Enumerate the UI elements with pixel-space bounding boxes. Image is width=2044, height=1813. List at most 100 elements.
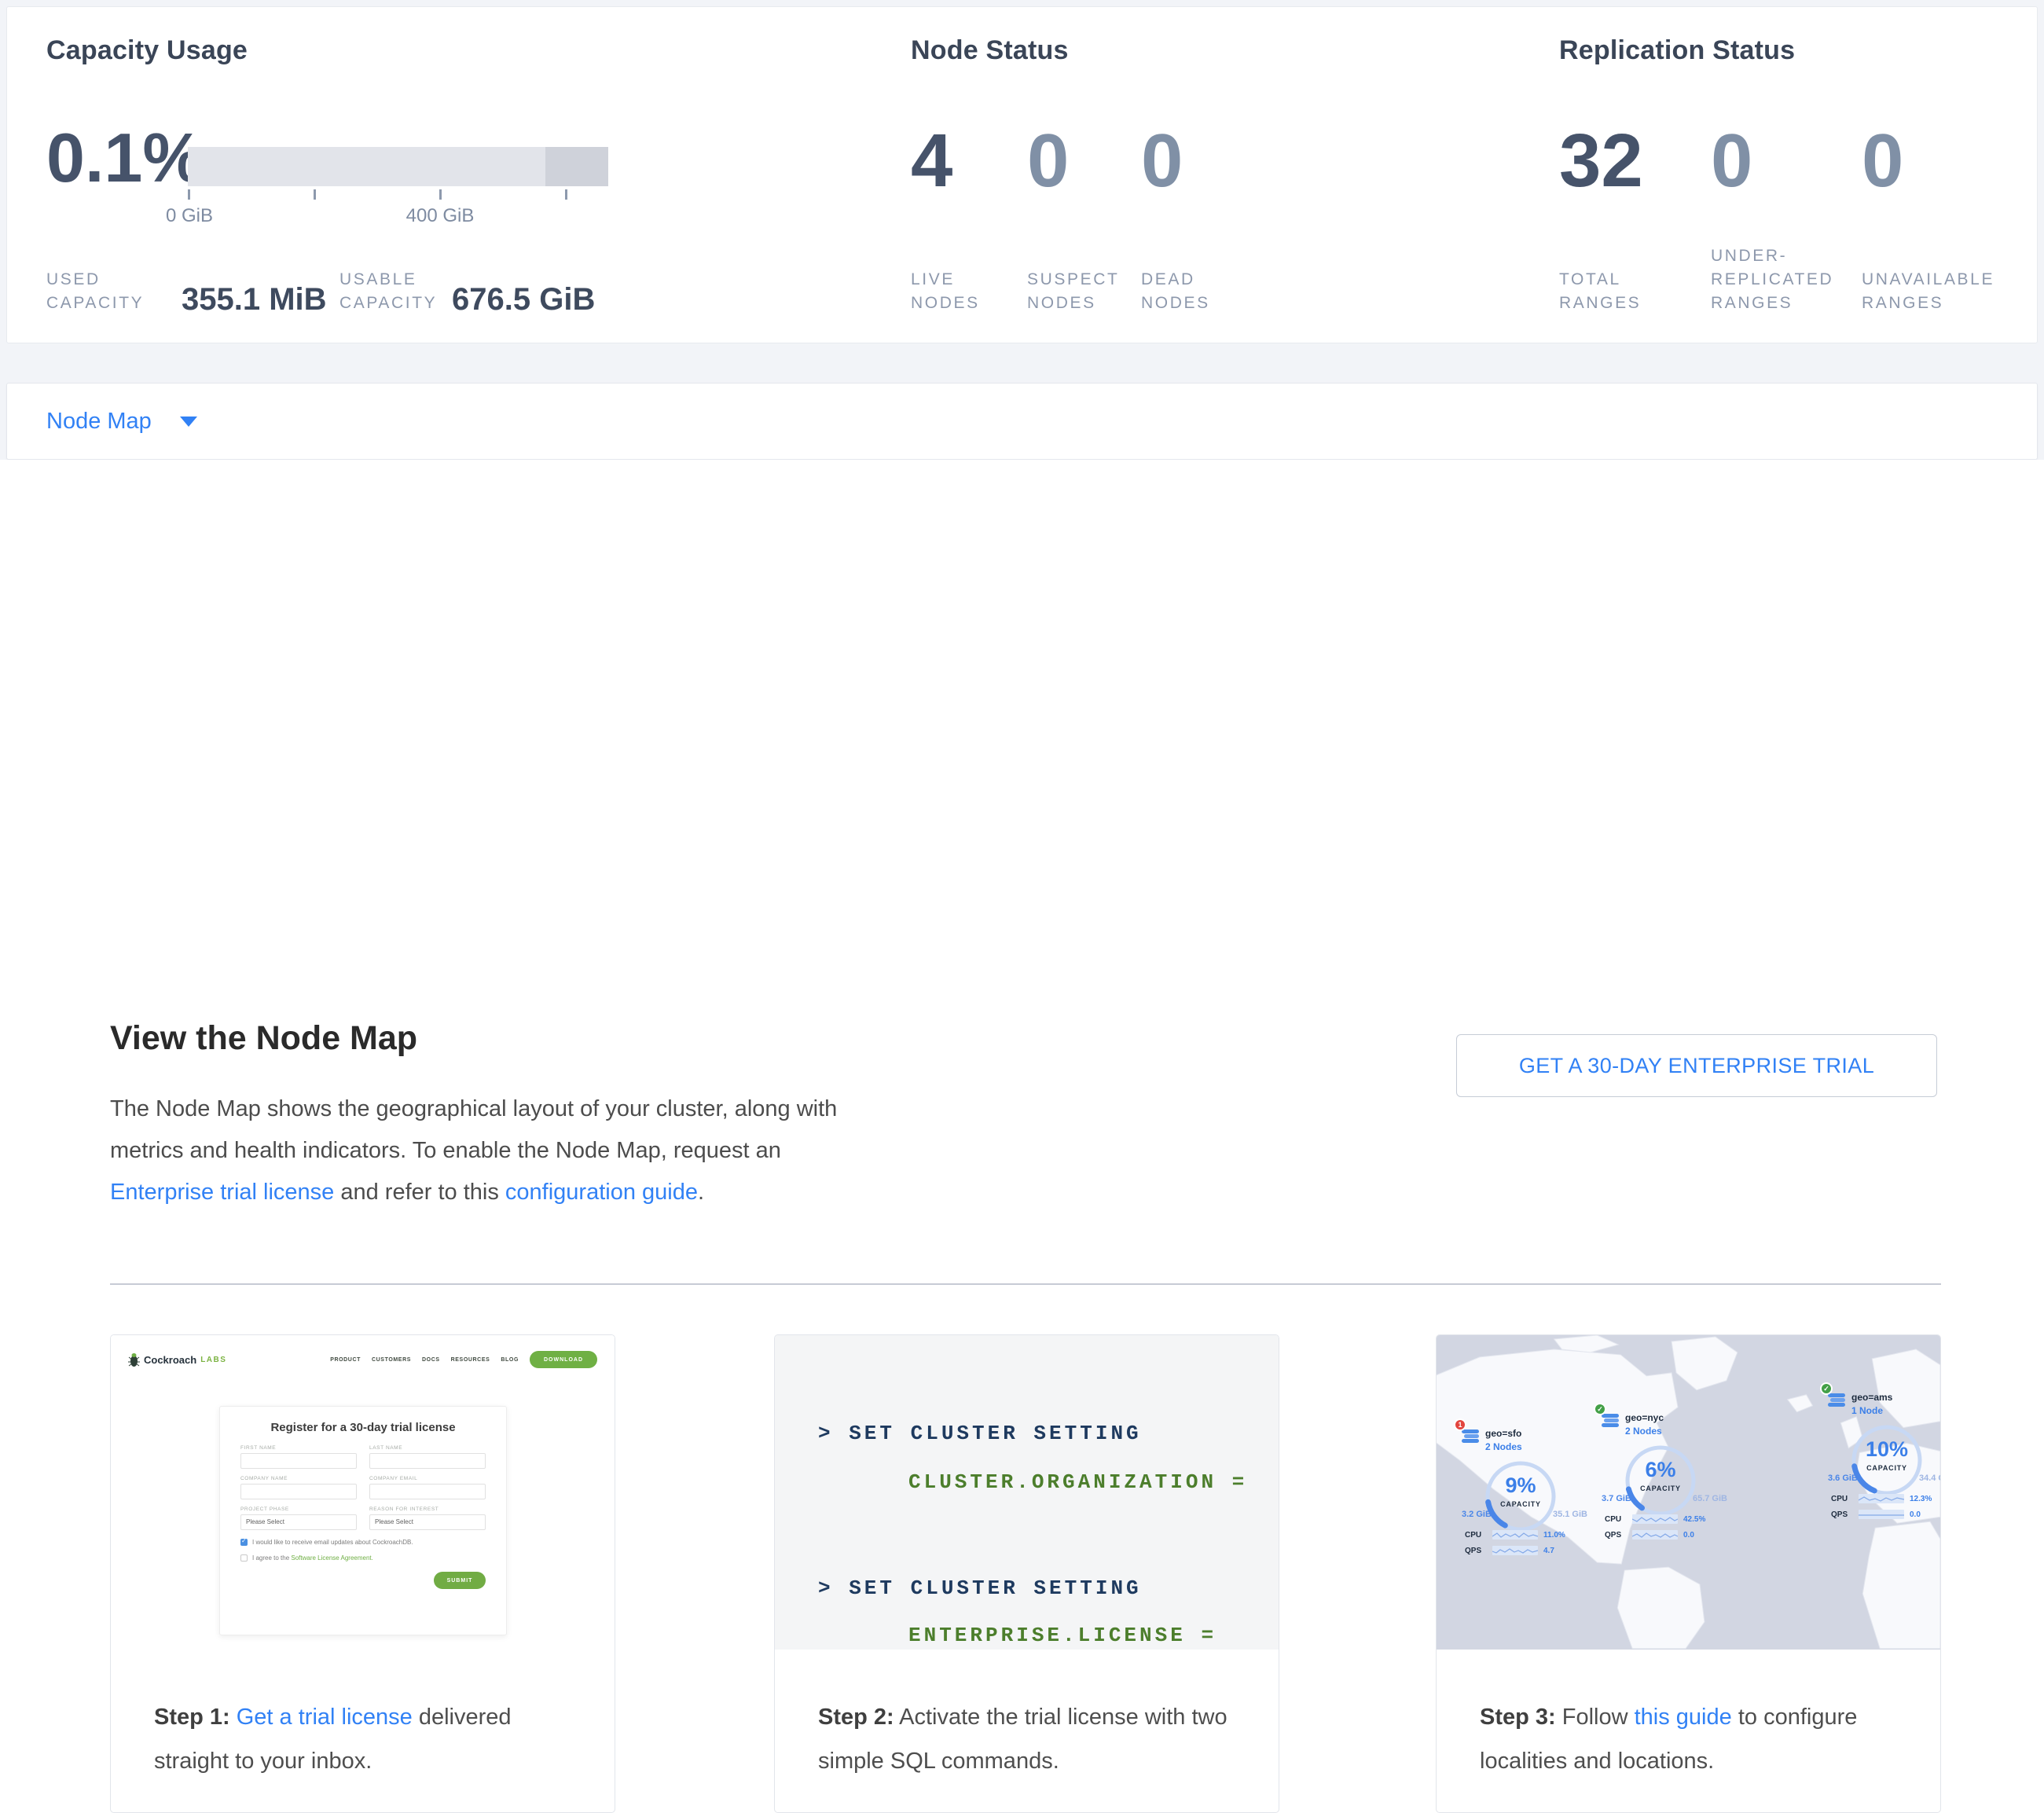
step1-card: Cockroach LABS PRODUCT CUSTOMERS DOCS RE…: [110, 1334, 615, 1813]
database-icon: [1462, 1428, 1479, 1454]
qps-sparkline: [1492, 1546, 1538, 1555]
under-replicated-label: UNDER- REPLICATED RANGES: [1711, 244, 1833, 315]
node-map-promo-section: View the Node Map The Node Map shows the…: [0, 460, 2044, 1397]
intro-text: and refer to this: [334, 1180, 505, 1205]
cpu-sparkline: [1632, 1514, 1678, 1524]
registration-site-thumbnail: Cockroach LABS PRODUCT CUSTOMERS DOCS RE…: [111, 1335, 615, 1650]
cluster-summary-panel: Capacity Usage 0.1% 0 GiB 400 GiB USED C…: [6, 6, 2038, 343]
usable-capacity-value: 676.5 GiB: [452, 282, 595, 317]
download-button-thumbnail: DOWNLOAD: [530, 1351, 597, 1368]
database-icon: [1828, 1392, 1845, 1418]
axis-tick-label: 400 GiB: [406, 205, 475, 227]
configuration-guide-link[interactable]: configuration guide: [505, 1180, 698, 1205]
capacity-bar-reserved-segment: [545, 147, 608, 186]
qps-row: QPS 4.7: [1465, 1546, 1587, 1555]
live-nodes-count: 4: [911, 123, 952, 199]
database-icon: [1602, 1412, 1619, 1438]
sql-prompt-line: > SET CLUSTER SETTING: [818, 1576, 1142, 1600]
locality-widget-ams: geo=ams 1 Node 10% CAPACITY 3.6 GiB 34.4…: [1828, 1392, 1941, 1418]
step3-caption: Step 3: Follow this guide to configure l…: [1437, 1650, 1940, 1783]
license-agreement-checkbox-row: I agree to the Software License Agreemen…: [240, 1554, 486, 1562]
capacity-axis: 0 GiB 400 GiB: [188, 189, 608, 221]
form-field: COMPANY EMAIL: [369, 1476, 486, 1499]
dead-nodes-count: 0: [1141, 123, 1183, 199]
step2-card: > SET CLUSTER SETTING CLUSTER.ORGANIZATI…: [774, 1334, 1279, 1813]
enterprise-trial-license-link[interactable]: Enterprise trial license: [110, 1180, 334, 1205]
error-badge-icon: 1: [1454, 1418, 1466, 1431]
cpu-row: CPU 12.3%: [1831, 1494, 1941, 1503]
view-selector-label[interactable]: Node Map: [46, 409, 152, 435]
checkbox-checked-icon: [240, 1539, 248, 1546]
cpu-row: CPU 11.0%: [1465, 1530, 1587, 1540]
cpu-sparkline: [1492, 1530, 1538, 1540]
capacity-bar: [188, 147, 608, 186]
step1-caption: Step 1: Get a trial license delivered st…: [111, 1650, 615, 1783]
this-guide-link[interactable]: this guide: [1635, 1705, 1732, 1730]
form-field: LAST NAME: [369, 1445, 486, 1469]
get-trial-license-link[interactable]: Get a trial license: [237, 1705, 413, 1730]
total-capacity: 35.1 GiB: [1553, 1510, 1587, 1519]
nav-item: BLOG: [501, 1357, 519, 1363]
qps-row: QPS 0.0: [1831, 1510, 1941, 1519]
submit-button-thumbnail: SUBMIT: [434, 1572, 486, 1589]
suspect-nodes-count: 0: [1027, 123, 1069, 199]
intro-text: The Node Map shows the geographical layo…: [110, 1096, 837, 1163]
total-capacity: 65.7 GiB: [1693, 1494, 1727, 1503]
sql-setting-line: CLUSTER.ORGANIZATION =: [908, 1470, 1247, 1494]
nav-item: CUSTOMERS: [372, 1357, 411, 1363]
cockroach-labs-logo: Cockroach LABS: [128, 1352, 226, 1367]
status-ok-icon: [1820, 1382, 1833, 1395]
brand-name: Cockroach: [144, 1354, 196, 1366]
section-divider: [110, 1283, 1941, 1285]
node-status-title: Node Status: [911, 35, 1069, 66]
capacity-gauge: 10% CAPACITY: [1850, 1423, 1924, 1497]
used-capacity: 3.7 GiB: [1602, 1494, 1631, 1503]
used-capacity: 3.6 GiB: [1828, 1474, 1858, 1483]
mini-site-header: Cockroach LABS PRODUCT CUSTOMERS DOCS RE…: [128, 1348, 597, 1371]
unavailable-label: UNAVAILABLE RANGES: [1862, 268, 1994, 315]
capacity-gauge: 6% CAPACITY: [1624, 1444, 1697, 1518]
form-field: PROJECT PHASE Please Select: [240, 1507, 357, 1530]
step2-caption: Step 2: Activate the trial license with …: [775, 1650, 1279, 1783]
cockroach-bug-icon: [128, 1352, 140, 1367]
locality-name: geo=ams: [1851, 1392, 1892, 1404]
locality-node-count: 2 Nodes: [1485, 1441, 1522, 1452]
view-selector-dropdown[interactable]: Node Map: [6, 383, 2038, 460]
chevron-down-icon: [180, 417, 197, 427]
used-capacity-label: USED CAPACITY: [46, 268, 144, 315]
form-field: COMPANY NAME: [240, 1476, 357, 1499]
promo-heading: View the Node Map: [110, 1019, 417, 1058]
nav-item: RESOURCES: [451, 1357, 490, 1363]
status-ok-icon: [1594, 1403, 1606, 1415]
form-field: REASON FOR INTEREST Please Select: [369, 1507, 486, 1530]
brand-suffix: LABS: [200, 1356, 226, 1364]
trial-license-form-thumbnail: Register for a 30-day trial license FIRS…: [219, 1406, 507, 1635]
suspect-nodes-label: SUSPECT NODES: [1027, 268, 1119, 315]
locality-node-count: 2 Nodes: [1625, 1426, 1662, 1437]
total-ranges-count: 32: [1559, 123, 1643, 199]
live-nodes-label: LIVE NODES: [911, 268, 980, 315]
qps-row: QPS 0.0: [1605, 1530, 1727, 1540]
replication-status-title: Replication Status: [1559, 35, 1795, 66]
form-field: FIRST NAME: [240, 1445, 357, 1469]
axis-tick-label: 0 GiB: [166, 205, 213, 227]
axis-tick: [188, 189, 190, 200]
sql-commands-panel: > SET CLUSTER SETTING CLUSTER.ORGANIZATI…: [775, 1335, 1279, 1650]
qps-sparkline: [1632, 1530, 1678, 1540]
axis-tick: [565, 189, 567, 200]
total-ranges-label: TOTAL RANGES: [1559, 268, 1641, 315]
usable-capacity-label: USABLE CAPACITY: [339, 268, 437, 315]
enterprise-trial-button[interactable]: GET A 30-DAY ENTERPRISE TRIAL: [1456, 1034, 1937, 1097]
nav-item: PRODUCT: [330, 1357, 361, 1363]
capacity-usage-title: Capacity Usage: [46, 35, 248, 66]
form-title: Register for a 30-day trial license: [240, 1421, 486, 1434]
axis-tick: [439, 189, 442, 200]
email-updates-checkbox-row: I would like to receive email updates ab…: [240, 1539, 486, 1546]
capacity-percent: 0.1%: [46, 123, 204, 193]
unavailable-count: 0: [1862, 123, 1903, 199]
step3-card: 1 geo=sfo 2 Nodes 9% CAPACITY: [1436, 1334, 1941, 1813]
qps-sparkline: [1859, 1510, 1904, 1519]
locality-name: geo=sfo: [1485, 1428, 1522, 1440]
total-capacity: 34.4 GiB: [1919, 1474, 1941, 1483]
locality-name: geo=nyc: [1625, 1412, 1664, 1424]
